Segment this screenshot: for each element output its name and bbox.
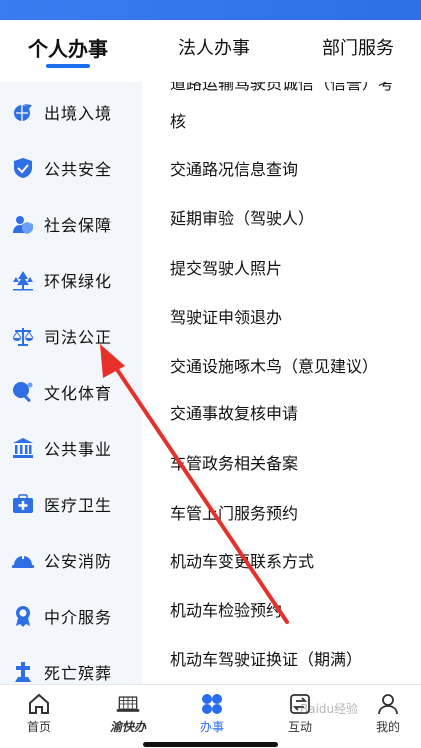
sidebar-item-label: 环保绿化 <box>44 272 113 291</box>
list-item[interactable]: 车管上门服务预约 <box>170 502 411 526</box>
list-item[interactable]: 交通事故复核申请 <box>170 402 411 426</box>
tab-personal[interactable]: 个人办事 <box>28 33 108 62</box>
tab-legal-person[interactable]: 法人办事 <box>178 34 250 60</box>
home-indicator <box>143 742 278 747</box>
sidebar-item-healthcare[interactable]: 医疗卫生 <box>0 476 142 532</box>
tab-bar: 个人办事 法人办事 部门服务 <box>0 20 421 82</box>
app-screen: 个人办事 法人办事 部门服务 出境入境 公共安全 社会保障 环保绿化 司法公正 … <box>0 0 421 748</box>
sidebar-item-label: 公共事业 <box>44 440 113 459</box>
list-item[interactable]: 驾驶证申领退办 <box>170 306 411 330</box>
list-item[interactable]: 机动车驾驶证换证（期满） <box>170 648 411 672</box>
list-item-partial[interactable]: 道路运输驾驶员诚信（信誉）考 <box>170 82 394 94</box>
sidebar-item-public-security[interactable]: 公共安全 <box>0 140 142 196</box>
home-icon <box>26 691 52 716</box>
nav-label: 我的 <box>375 720 400 734</box>
sidebar-item-label: 出境入境 <box>44 104 113 123</box>
list-item[interactable]: 延期审验（驾驶人） <box>170 207 411 231</box>
service-list: 道路运输驾驶员诚信（信誉）考 核 交通路况信息查询 延期审验（驾驶人） 提交驾驶… <box>142 82 421 684</box>
nav-label: 互动 <box>287 720 312 734</box>
institution-icon <box>12 437 34 459</box>
building-logo-icon <box>115 691 141 716</box>
list-item[interactable]: 机动车变更联系方式 <box>170 550 411 574</box>
list-item[interactable]: 核 <box>170 110 411 134</box>
status-bar <box>0 0 421 20</box>
sidebar-item-label: 文化体育 <box>44 384 113 403</box>
sidebar-item-exit-entry[interactable]: 出境入境 <box>0 84 142 140</box>
nav-label: 首页 <box>26 720 51 734</box>
list-item[interactable]: 交通路况信息查询 <box>170 158 411 182</box>
active-tab-indicator <box>46 64 90 68</box>
sidebar-item-agency-services[interactable]: 中介服务 <box>0 588 142 644</box>
list-item[interactable]: 车管政务相关备案 <box>170 452 411 476</box>
ping-pong-icon <box>12 381 34 403</box>
grid-icon <box>199 691 225 716</box>
shield-check-icon <box>12 157 34 179</box>
nav-label: 办事 <box>199 720 224 734</box>
nav-mine[interactable]: 我的 <box>358 691 418 735</box>
list-item[interactable]: 交通设施啄木鸟（意见建议） <box>170 355 411 379</box>
trees-icon <box>12 269 34 291</box>
medical-kit-icon <box>12 493 34 515</box>
sidebar-item-label: 公共安全 <box>44 160 113 179</box>
sidebar-item-label: 死亡殡葬 <box>44 664 113 683</box>
sidebar-item-label: 公安消防 <box>44 552 113 571</box>
sidebar-item-label: 中介服务 <box>44 608 113 627</box>
nav-label: 渝快办 <box>109 720 146 734</box>
list-item[interactable]: 提交驾驶人照片 <box>170 257 411 281</box>
person-shield-icon <box>12 213 34 235</box>
list-item[interactable]: 机动车检验预约 <box>170 599 411 623</box>
scales-icon <box>12 325 34 347</box>
sidebar-item-culture-sports[interactable]: 文化体育 <box>0 364 142 420</box>
sidebar-item-fire-police[interactable]: 公安消防 <box>0 532 142 588</box>
nav-services[interactable]: 办事 <box>182 691 242 735</box>
category-sidebar: 出境入境 公共安全 社会保障 环保绿化 司法公正 文化体育 公共事业 医疗卫生 … <box>0 82 142 684</box>
nav-yukuaiban[interactable]: 渝快办 <box>98 691 158 735</box>
user-icon <box>375 691 401 716</box>
watermark: Baidu经验 <box>300 702 359 716</box>
cross-icon <box>12 661 34 683</box>
sidebar-item-justice[interactable]: 司法公正 <box>0 308 142 364</box>
sidebar-item-public-affairs[interactable]: 公共事业 <box>0 420 142 476</box>
nav-home[interactable]: 首页 <box>9 691 69 735</box>
medal-icon <box>12 605 34 627</box>
sidebar-item-social-security[interactable]: 社会保障 <box>0 196 142 252</box>
tab-department[interactable]: 部门服务 <box>322 34 394 60</box>
sidebar-item-label: 社会保障 <box>44 216 113 235</box>
globe-plane-icon <box>12 101 34 123</box>
sidebar-item-label: 医疗卫生 <box>44 496 113 515</box>
sidebar-item-funeral[interactable]: 死亡殡葬 <box>0 644 142 684</box>
sidebar-item-label: 司法公正 <box>44 328 113 347</box>
sidebar-item-environment[interactable]: 环保绿化 <box>0 252 142 308</box>
helmet-icon <box>12 549 34 571</box>
